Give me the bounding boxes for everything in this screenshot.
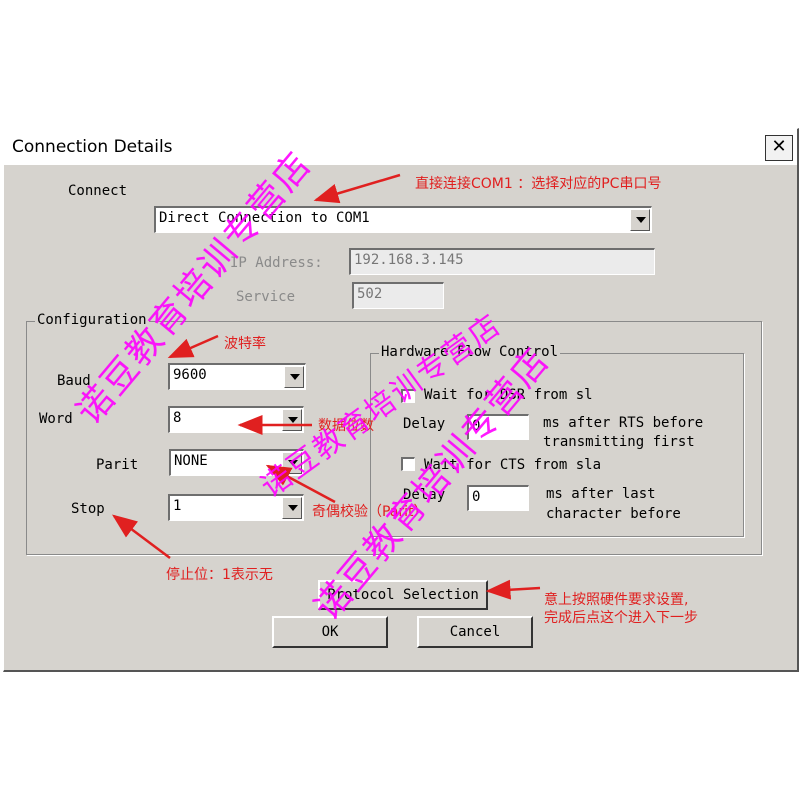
annotation-stop: 停止位：1表示无: [166, 567, 273, 583]
stop-label: Stop: [71, 501, 105, 517]
annotation-baud: 波特率: [224, 336, 266, 352]
baud-value: 9600: [173, 367, 207, 383]
annotation-connect: 直接连接COM1 ：选择对应的PC串口号: [415, 176, 662, 192]
chevron-down-icon[interactable]: [282, 497, 302, 519]
delay2-desc-1: ms after last: [546, 486, 656, 502]
dialog-title: Connection Details: [12, 137, 173, 157]
baud-dropdown[interactable]: 9600: [168, 363, 306, 390]
stop-value: 1: [173, 498, 182, 514]
connect-label: Connect: [68, 183, 128, 199]
annotation-protocol-2: 完成后点这个进入下一步: [544, 610, 698, 626]
parity-label: Parit: [96, 457, 139, 473]
ip-address-value: 192.168.3.145: [354, 252, 464, 268]
close-icon[interactable]: ✕: [765, 135, 793, 161]
service-field[interactable]: 502: [352, 282, 444, 309]
service-label: Service: [236, 289, 296, 305]
chevron-down-icon[interactable]: [282, 409, 302, 431]
cancel-button[interactable]: Cancel: [417, 616, 533, 648]
title-bar: Connection Details ✕: [4, 129, 797, 165]
word-label: Word: [39, 411, 73, 427]
word-value: 8: [173, 410, 182, 426]
word-dropdown[interactable]: 8: [168, 406, 304, 433]
delay2-value: 0: [472, 489, 481, 505]
delay1-desc-2: transmitting first: [543, 434, 695, 450]
chevron-down-icon[interactable]: [284, 366, 304, 388]
delay2-desc-2: character before: [546, 506, 681, 522]
ip-address-field[interactable]: 192.168.3.145: [349, 248, 655, 275]
chevron-down-icon[interactable]: [630, 209, 650, 231]
delay2-field[interactable]: 0: [467, 485, 529, 511]
service-value: 502: [357, 286, 383, 302]
delay1-desc-1: ms after RTS before: [543, 415, 704, 431]
parity-value: NONE: [174, 453, 208, 469]
annotation-protocol-1: 意上按照硬件要求设置,: [544, 592, 689, 608]
